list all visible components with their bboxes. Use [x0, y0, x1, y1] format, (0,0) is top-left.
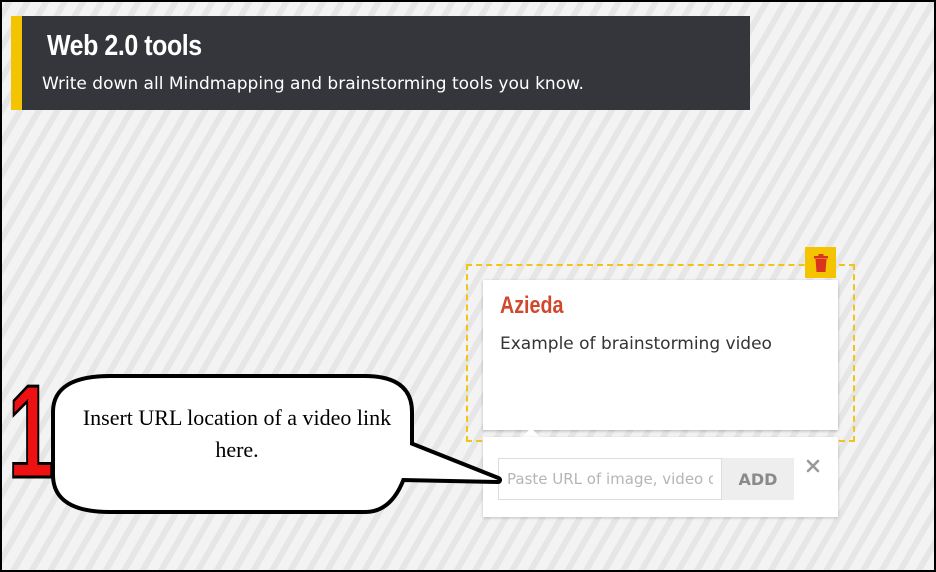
annotation-callout [51, 374, 502, 514]
step-number: 1 [7, 358, 54, 505]
callout-text: Insert URL location of a video link here… [82, 405, 392, 462]
